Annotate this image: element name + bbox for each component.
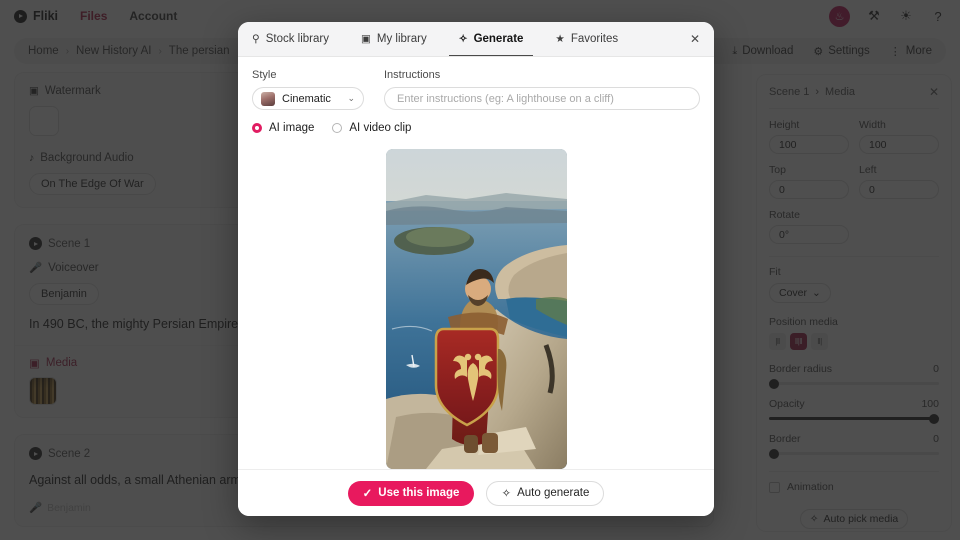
star-icon: ★: [555, 33, 565, 45]
tab-favorites-label: Favorites: [570, 33, 619, 45]
sparkle-icon: ✧: [458, 33, 468, 45]
image-icon: ▣: [360, 33, 371, 45]
media-type-radio-group: AI image AI video clip: [252, 122, 700, 134]
tab-my-library-label: My library: [376, 33, 427, 45]
tab-my-library[interactable]: ▣ My library: [345, 22, 443, 56]
modal-body: Style Cinematic ⌄ Instructions Enter ins…: [238, 57, 714, 469]
generate-form-row: Style Cinematic ⌄ Instructions Enter ins…: [252, 69, 700, 110]
sparkle-icon: ✧: [501, 488, 512, 500]
generated-image-preview[interactable]: [385, 149, 567, 469]
generated-image-svg: [385, 149, 567, 469]
style-dropdown[interactable]: Cinematic ⌄: [252, 87, 364, 110]
instructions-group: Instructions Enter instructions (eg: A l…: [384, 69, 700, 110]
style-thumbnail-icon: [261, 91, 275, 106]
modal-footer: ✓ Use this image ✧ Auto generate: [238, 469, 714, 516]
radio-ai-image-dot[interactable]: [252, 123, 262, 133]
check-icon: ✓: [362, 488, 373, 500]
auto-generate-button[interactable]: ✧ Auto generate: [486, 480, 605, 506]
modal-tab-bar: ⚲ Stock library ▣ My library ✧ Generate …: [238, 22, 714, 57]
instructions-label: Instructions: [384, 69, 441, 81]
tab-stock-library[interactable]: ⚲ Stock library: [252, 22, 345, 56]
search-icon: ⚲: [252, 33, 260, 45]
instructions-input[interactable]: Enter instructions (eg: A lighthouse on …: [384, 87, 700, 110]
radio-ai-video-clip-dot[interactable]: [332, 123, 343, 133]
preview-wrapper: [252, 149, 700, 469]
tab-generate[interactable]: ✧ Generate: [443, 22, 540, 56]
tab-stock-library-label: Stock library: [265, 33, 329, 45]
use-this-image-button[interactable]: ✓ Use this image: [347, 480, 475, 506]
radio-ai-image-label: AI image: [269, 122, 315, 134]
auto-generate-label: Auto generate: [517, 487, 590, 499]
app-root: Fliki Files Account ♨ ⚒ ☀ ? Home › New H…: [0, 0, 960, 540]
radio-ai-video-clip[interactable]: AI video clip: [332, 122, 411, 134]
style-label: Style: [252, 69, 277, 81]
close-modal-icon[interactable]: ✕: [690, 22, 700, 56]
generate-media-modal: ⚲ Stock library ▣ My library ✧ Generate …: [238, 22, 714, 516]
style-value: Cinematic: [282, 92, 331, 105]
style-group: Style Cinematic ⌄: [252, 69, 364, 110]
radio-ai-image[interactable]: AI image: [252, 122, 314, 134]
use-this-image-label: Use this image: [378, 487, 460, 499]
chevron-down-icon: ⌄: [347, 93, 355, 103]
radio-ai-video-clip-label: AI video clip: [349, 122, 412, 134]
tab-generate-label: Generate: [473, 33, 524, 45]
tab-favorites[interactable]: ★ Favorites: [539, 22, 634, 56]
